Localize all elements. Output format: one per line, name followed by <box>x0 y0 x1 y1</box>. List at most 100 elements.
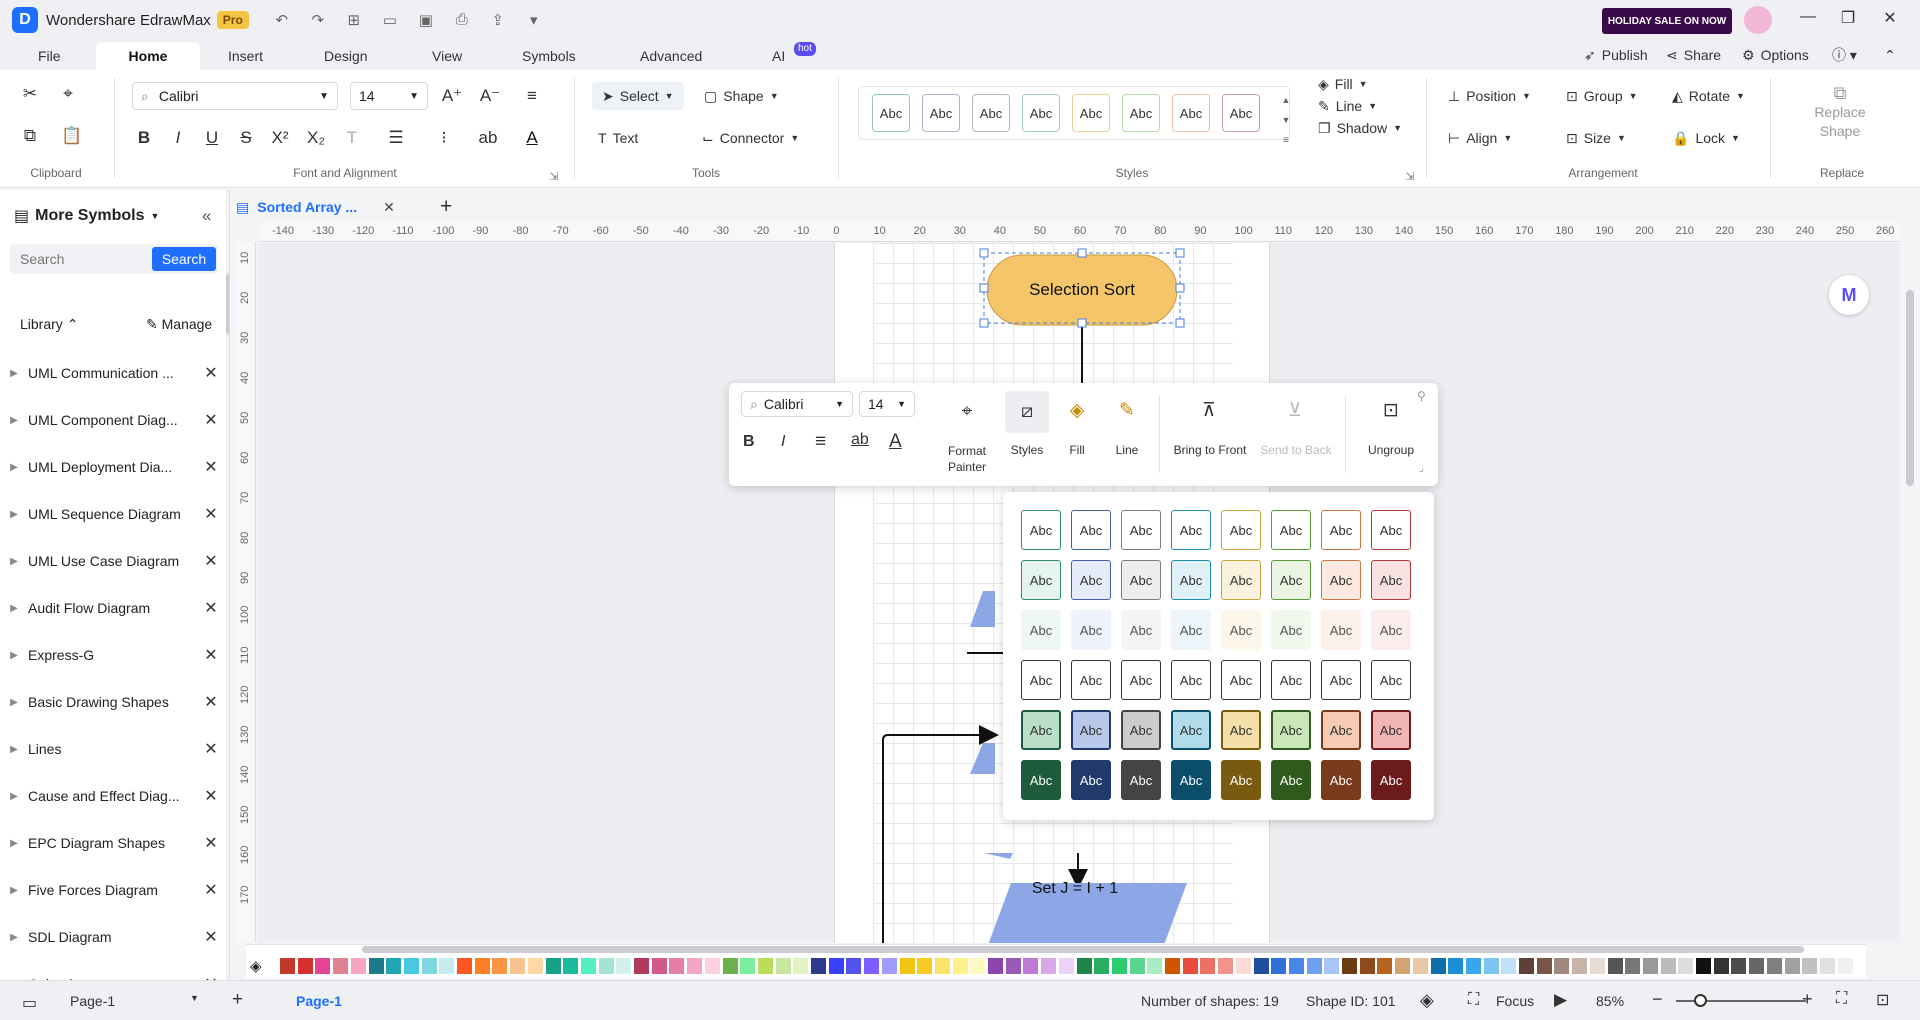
library-item[interactable]: ▶ EPC Diagram Shapes ✕ <box>0 824 226 862</box>
send-to-back-icon[interactable]: ⊻ <box>1259 399 1331 422</box>
expand-dialog-icon[interactable]: ⇲ <box>1396 162 1424 190</box>
style-swatch[interactable]: Abc <box>1171 510 1211 550</box>
color-swatch[interactable] <box>704 958 720 974</box>
avatar[interactable] <box>1744 6 1772 34</box>
color-swatch[interactable] <box>421 958 437 974</box>
style-swatch[interactable]: Abc <box>1121 710 1161 750</box>
style-swatch[interactable]: Abc <box>1121 660 1161 700</box>
font-size-select[interactable]: 14 ▼ <box>350 82 428 110</box>
collapse-sidebar-icon[interactable]: « <box>202 206 211 226</box>
style-swatch[interactable]: Abc <box>1321 660 1361 700</box>
color-swatch[interactable] <box>828 958 844 974</box>
style-swatch[interactable]: Abc <box>1221 510 1261 550</box>
color-swatch[interactable] <box>1218 958 1234 974</box>
style-swatch[interactable]: Abc <box>1121 510 1161 550</box>
style-swatch[interactable]: Abc <box>1021 610 1061 650</box>
position-button[interactable]: ⊥ Position ▼ <box>1448 82 1531 110</box>
color-swatch[interactable] <box>1377 958 1393 974</box>
style-swatch[interactable]: Abc <box>1371 560 1411 600</box>
color-swatch[interactable] <box>1235 958 1251 974</box>
color-swatch[interactable] <box>545 958 561 974</box>
fullscreen-icon[interactable]: ⊡ <box>1876 990 1889 1010</box>
close-icon[interactable]: ✕ <box>196 410 226 430</box>
collapse-ribbon-icon[interactable]: ⌃ <box>1884 40 1896 70</box>
tab-design[interactable]: Design <box>310 42 382 70</box>
color-swatch[interactable] <box>1483 958 1499 974</box>
color-swatch[interactable] <box>492 958 508 974</box>
size-button[interactable]: ⊡ Size ▼ <box>1566 124 1626 152</box>
vertical-scrollbar[interactable] <box>1906 290 1914 486</box>
color-swatch[interactable] <box>333 958 349 974</box>
color-swatch[interactable] <box>1324 958 1340 974</box>
color-swatch[interactable] <box>1589 958 1605 974</box>
color-swatch[interactable] <box>952 958 968 974</box>
color-swatch[interactable] <box>1342 958 1357 974</box>
style-swatch[interactable]: Abc <box>1221 710 1261 750</box>
style-swatch[interactable]: Abc <box>1121 760 1161 800</box>
color-swatch[interactable] <box>634 958 649 974</box>
color-swatch[interactable] <box>899 958 915 974</box>
color-swatch[interactable] <box>1554 958 1570 974</box>
customize-chevron-icon[interactable]: ▾ <box>523 11 545 29</box>
subscript-icon[interactable]: X₂ <box>302 124 330 152</box>
color-swatch[interactable] <box>793 958 809 974</box>
bring-to-front-button[interactable]: Bring to Front <box>1165 443 1255 457</box>
style-swatch[interactable]: Abc <box>1221 760 1261 800</box>
highlight-icon[interactable]: ab <box>474 124 502 152</box>
library-item[interactable]: ▶ Cause and Effect Diag... ✕ <box>0 777 226 815</box>
line-button[interactable]: Line <box>1107 443 1147 457</box>
focus-button[interactable]: Focus <box>1496 993 1534 1009</box>
style-swatch[interactable]: Abc <box>1072 94 1110 132</box>
manage-button[interactable]: ✎ Manage <box>146 316 212 333</box>
color-swatch[interactable] <box>1713 958 1729 974</box>
library-item[interactable]: ▶ UML Deployment Dia... ✕ <box>0 448 226 486</box>
style-swatch[interactable]: Abc <box>1022 94 1060 132</box>
layers-icon[interactable]: ◈ <box>1420 990 1434 1011</box>
horizontal-scrollbar[interactable] <box>362 946 1804 953</box>
color-swatch[interactable] <box>280 958 295 974</box>
ungroup-icon[interactable]: ⊡ <box>1361 399 1421 422</box>
color-swatch[interactable] <box>687 958 703 974</box>
tab-view[interactable]: View <box>418 42 476 70</box>
fit-page-icon[interactable]: ⛶ <box>1836 990 1847 1008</box>
process-shape-partial[interactable] <box>970 743 995 774</box>
search-button[interactable]: Search <box>152 247 216 271</box>
style-swatch[interactable]: Abc <box>1121 610 1161 650</box>
close-icon[interactable]: ✕ <box>196 551 226 571</box>
color-swatch[interactable] <box>669 958 685 974</box>
decrease-font-icon[interactable]: A⁻ <box>476 82 504 110</box>
color-swatch[interactable] <box>1395 958 1411 974</box>
color-swatch[interactable] <box>1802 958 1818 974</box>
style-swatch[interactable]: Abc <box>922 94 960 132</box>
color-swatch[interactable] <box>350 958 366 974</box>
style-swatch[interactable]: Abc <box>1371 610 1411 650</box>
style-swatch[interactable]: Abc <box>1271 660 1311 700</box>
color-swatch[interactable] <box>1165 958 1180 974</box>
line-pen-icon[interactable]: ✎ <box>1107 399 1147 422</box>
format-painter-icon[interactable]: ⌖ <box>947 401 987 423</box>
style-swatch[interactable]: Abc <box>1221 560 1261 600</box>
style-swatch[interactable]: Abc <box>1071 760 1111 800</box>
more-symbols-dropdown[interactable]: ▤ More Symbols ▼ <box>14 206 159 226</box>
send-to-back-button[interactable]: Send to Back <box>1251 443 1341 457</box>
undo-icon[interactable]: ↶ <box>271 11 293 29</box>
style-swatch[interactable]: Abc <box>1321 610 1361 650</box>
library-item[interactable]: ▶ Lines ✕ <box>0 730 226 768</box>
close-icon[interactable]: ✕ <box>196 363 226 383</box>
style-swatch[interactable]: Abc <box>1271 610 1311 650</box>
color-swatch[interactable] <box>1519 958 1534 974</box>
style-swatch[interactable]: Abc <box>1071 560 1111 600</box>
color-swatch[interactable] <box>1147 958 1163 974</box>
color-swatch[interactable] <box>917 958 933 974</box>
library-item[interactable]: ▶ UML Sequence Diagram ✕ <box>0 495 226 533</box>
mini-size-select[interactable]: 14 ▼ <box>859 391 915 417</box>
style-swatch[interactable]: Abc <box>1021 660 1061 700</box>
style-swatch[interactable]: Abc <box>1071 510 1111 550</box>
style-swatch[interactable]: Abc <box>1371 660 1411 700</box>
style-swatch[interactable]: Abc <box>1071 710 1111 750</box>
color-swatch[interactable] <box>1412 958 1428 974</box>
align-button[interactable]: ⊢ Align ▼ <box>1448 124 1512 152</box>
color-swatch[interactable] <box>580 958 596 974</box>
style-swatch[interactable]: Abc <box>1171 560 1211 600</box>
color-swatch[interactable] <box>1448 958 1464 974</box>
